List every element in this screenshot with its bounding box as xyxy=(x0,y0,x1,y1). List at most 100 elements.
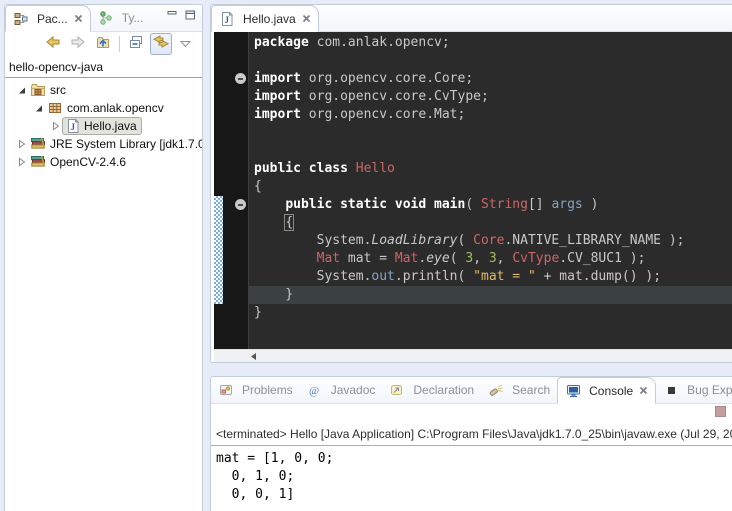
tab-console[interactable]: Console xyxy=(557,377,656,404)
twistie-expanded-icon[interactable] xyxy=(34,103,44,113)
code-line: { xyxy=(249,214,732,232)
bottom-tabbar: Problems @Javadoc Declaration SearchConsole… xyxy=(211,377,732,404)
code-token: System. xyxy=(254,269,371,284)
back-button[interactable] xyxy=(42,33,64,55)
tab-ty-[interactable]: Ty... xyxy=(91,5,151,31)
tab-declaration[interactable]: Declaration xyxy=(382,377,481,403)
link-with-editor-button[interactable] xyxy=(150,33,172,55)
minimize-icon[interactable] xyxy=(167,10,178,31)
code-token: org.opencv.core.Core; xyxy=(301,71,473,86)
console-panel: Problems @Javadoc Declaration SearchConsole… xyxy=(210,376,732,511)
tree-item-com-anlak-opencv[interactable]: com.anlak.opencv xyxy=(5,99,202,117)
code-token: mat = xyxy=(340,251,395,266)
code-line: import org.opencv.core.Mat; xyxy=(249,106,732,124)
collapse-all-button[interactable] xyxy=(125,33,147,55)
code-line: package com.anlak.opencv; xyxy=(249,34,732,52)
toolbar-separator xyxy=(119,36,120,52)
code-token: import xyxy=(254,107,301,122)
tree-item-src[interactable]: src xyxy=(5,81,202,99)
problems-icon xyxy=(218,382,234,398)
tree-item-opencv-2-4-6[interactable]: OpenCV-2.4.6 xyxy=(5,153,202,171)
code-token: [] xyxy=(528,197,551,212)
tab-search[interactable]: Search xyxy=(481,377,557,403)
tab-label: Bug Explorer xyxy=(687,383,732,397)
close-icon[interactable] xyxy=(74,14,83,23)
fold-collapse-icon[interactable] xyxy=(235,199,246,210)
twistie-collapsed-icon[interactable] xyxy=(17,139,27,149)
code-token: , xyxy=(473,251,489,266)
svg-text:J: J xyxy=(225,15,230,25)
tab-label: Problems xyxy=(242,383,293,397)
project-root-item[interactable]: hello-opencv-java xyxy=(5,56,202,78)
tab-pac-[interactable]: Pac... xyxy=(5,5,91,32)
tree-item-label: OpenCV-2.4.6 xyxy=(50,155,126,169)
tab-javadoc[interactable]: @Javadoc xyxy=(300,377,383,403)
scroll-left-arrow-icon[interactable] xyxy=(250,352,258,361)
code-token: , xyxy=(497,251,513,266)
package-explorer-panel: Pac...Ty... hello-opencv-java srccom.anl… xyxy=(4,4,203,511)
editor-body: package com.anlak.opencv; import org.open… xyxy=(214,32,732,349)
forward-arrow-icon xyxy=(70,34,86,55)
code-line: System.out.println( "mat = " + mat.dump(… xyxy=(249,268,732,286)
console-output-line: 0, 0, 1] xyxy=(216,486,732,504)
console-output-line: mat = [1, 0, 0; xyxy=(216,450,732,468)
maximize-icon[interactable] xyxy=(185,10,196,31)
type-hierarchy-icon xyxy=(98,10,114,26)
view-menu-button[interactable] xyxy=(175,33,197,55)
code-token xyxy=(254,197,285,212)
code-token: .NATIVE_LIBRARY_NAME ); xyxy=(504,233,684,248)
tree-item-hello-java[interactable]: JHello.java xyxy=(5,117,202,135)
code-token: LoadLibrary xyxy=(371,233,457,248)
code-token: org.opencv.core.Mat; xyxy=(301,107,465,122)
tab-hello-java[interactable]: J Hello.java xyxy=(211,5,319,32)
tab-label: Hello.java xyxy=(243,12,296,26)
fold-collapse-icon[interactable] xyxy=(235,73,246,84)
code-token: eye xyxy=(426,251,449,266)
console-status-line: <terminated> Hello [Java Application] C:… xyxy=(211,420,732,446)
console-icon xyxy=(565,383,581,399)
code-token: Mat xyxy=(317,251,340,266)
code-line: public static void main( String[] args ) xyxy=(249,196,732,214)
tree-item-label: JRE System Library [jdk1.7.0 xyxy=(50,137,202,151)
code-token: ) xyxy=(583,197,599,212)
tab-problems[interactable]: Problems xyxy=(211,377,300,403)
tree-item-label: com.anlak.opencv xyxy=(67,101,164,115)
tab-label: Declaration xyxy=(413,383,474,397)
package-explorer-icon xyxy=(13,11,29,27)
source-folder-icon xyxy=(30,82,46,98)
console-output-line: 0, 1, 0; xyxy=(216,468,732,486)
project-root-label: hello-opencv-java xyxy=(9,60,103,74)
code-token: Core xyxy=(473,233,504,248)
tree-item-label: src xyxy=(50,83,66,97)
code-editor[interactable]: package com.anlak.opencv; import org.open… xyxy=(248,32,732,349)
twistie-collapsed-icon[interactable] xyxy=(51,121,61,131)
up-button[interactable] xyxy=(92,33,114,55)
code-line: import org.opencv.core.CvType; xyxy=(249,88,732,106)
code-token: CvType xyxy=(512,251,559,266)
code-token: "mat = " xyxy=(473,269,536,284)
twistie-collapsed-icon[interactable] xyxy=(17,157,27,167)
package-explorer-tabbar: Pac...Ty... xyxy=(5,5,202,32)
tab-bug-explorer[interactable]: Bug Explorer xyxy=(656,377,732,403)
code-token: System. xyxy=(254,233,371,248)
twistie-expanded-icon[interactable] xyxy=(17,85,27,95)
forward-button[interactable] xyxy=(67,33,89,55)
close-icon[interactable] xyxy=(639,386,648,395)
code-token: out xyxy=(371,269,394,284)
collapse-all-icon xyxy=(128,34,144,55)
editor-horizontal-scrollbar[interactable] xyxy=(214,349,732,363)
code-line: public class Hello xyxy=(249,160,732,178)
code-token: public class xyxy=(254,161,356,176)
tree-item-jre-system-library-jdk1-7-0[interactable]: JRE System Library [jdk1.7.0 xyxy=(5,135,202,153)
terminate-icon[interactable] xyxy=(715,406,726,417)
code-token xyxy=(254,215,285,230)
close-icon[interactable] xyxy=(302,14,311,23)
code-token: org.opencv.core.CvType; xyxy=(301,89,489,104)
library-icon xyxy=(30,154,46,170)
link-editor-icon xyxy=(152,35,170,53)
code-line xyxy=(249,52,732,70)
svg-text:@: @ xyxy=(309,385,319,397)
code-line: } xyxy=(249,286,732,304)
code-token: { xyxy=(285,215,293,230)
console-output[interactable]: mat = [1, 0, 0; 0, 1, 0; 0, 0, 1] xyxy=(211,446,732,504)
